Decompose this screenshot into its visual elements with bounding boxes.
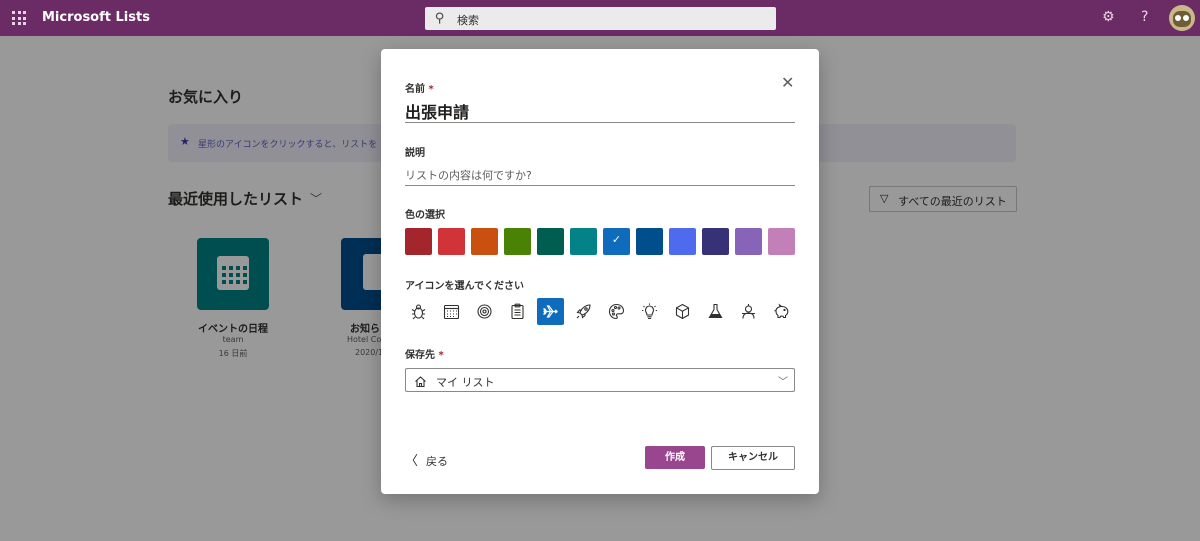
create-list-dialog: 名前 * ✕ 出張申請 説明 リストの内容は何ですか? 色の選択 ✓ アイコンを… — [381, 49, 819, 494]
chevron-down-icon: ﹀ — [778, 377, 788, 388]
calendar-icon[interactable] — [438, 298, 465, 325]
palette-icon[interactable] — [603, 298, 630, 325]
check-icon: ✓ — [611, 233, 622, 246]
create-button[interactable]: 作成 — [645, 446, 705, 469]
icon-label: アイコンを選んでください — [405, 281, 524, 292]
search-icon: ⚲ — [435, 11, 445, 26]
color-swatch[interactable] — [768, 228, 795, 255]
color-swatch[interactable] — [735, 228, 762, 255]
airplane-icon[interactable] — [537, 298, 564, 325]
description-label: 説明 — [405, 148, 425, 159]
waffle-icon[interactable] — [12, 11, 26, 25]
save-location-value: マイ リスト — [436, 376, 495, 389]
help-icon[interactable]: ? — [1141, 9, 1148, 25]
cancel-button[interactable]: キャンセル — [711, 446, 795, 470]
cube-icon[interactable] — [669, 298, 696, 325]
bug-icon[interactable] — [405, 298, 432, 325]
robot-icon[interactable] — [735, 298, 762, 325]
close-icon[interactable]: ✕ — [781, 75, 794, 91]
color-swatch[interactable] — [405, 228, 432, 255]
avatar[interactable] — [1169, 5, 1195, 31]
home-icon — [414, 373, 427, 392]
color-swatch[interactable] — [471, 228, 498, 255]
app-name[interactable]: Microsoft Lists — [42, 10, 150, 25]
name-input-underline — [405, 122, 795, 123]
top-bar: Microsoft Lists ⚲ 検索 ⚙ ? — [0, 0, 1200, 36]
chevron-left-icon: 〈 — [405, 454, 419, 469]
back-label: 戻る — [426, 455, 449, 468]
save-location-label: 保存先 * — [405, 350, 444, 361]
color-swatch[interactable] — [636, 228, 663, 255]
color-swatch[interactable] — [438, 228, 465, 255]
color-swatch[interactable] — [537, 228, 564, 255]
name-input[interactable]: 出張申請 — [405, 99, 469, 123]
back-button[interactable]: 〈戻る — [405, 450, 448, 469]
color-swatch[interactable] — [504, 228, 531, 255]
lightbulb-icon[interactable] — [636, 298, 663, 325]
description-input-underline — [405, 185, 795, 186]
clipboard-icon[interactable] — [504, 298, 531, 325]
piggy-bank-icon[interactable] — [768, 298, 795, 325]
gear-icon[interactable]: ⚙ — [1102, 9, 1115, 25]
name-label: 名前 * — [405, 84, 434, 95]
search-box[interactable]: ⚲ 検索 — [425, 7, 776, 30]
color-swatch[interactable] — [702, 228, 729, 255]
color-swatch[interactable] — [570, 228, 597, 255]
description-input[interactable]: リストの内容は何ですか? — [405, 167, 532, 183]
target-icon[interactable] — [471, 298, 498, 325]
color-label: 色の選択 — [405, 210, 445, 221]
rocket-icon[interactable] — [570, 298, 597, 325]
color-swatch[interactable]: ✓ — [603, 228, 630, 255]
color-swatch[interactable] — [669, 228, 696, 255]
search-placeholder: 検索 — [457, 14, 479, 27]
flask-icon[interactable] — [702, 298, 729, 325]
save-location-dropdown[interactable]: マイ リスト ﹀ — [405, 368, 795, 392]
